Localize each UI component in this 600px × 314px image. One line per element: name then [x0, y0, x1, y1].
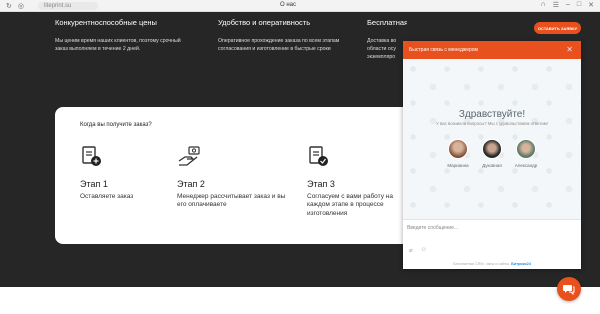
steps-card: Когда вы получите заказ? Этап 1 Оставляе…	[55, 107, 435, 244]
feature-title: Конкурентноспособные цены	[55, 18, 157, 27]
feature-prices: Конкурентноспособные цены Мы ценим время…	[55, 18, 185, 53]
paperclip-icon[interactable]: ⌀	[409, 247, 413, 254]
avatar	[448, 139, 468, 159]
feature-title: Удобство и оперативность	[218, 18, 311, 27]
footer-prefix: Бесплатная CRM, чаты и сайты.	[453, 262, 511, 266]
feature-title: Бесплатная доставка	[367, 18, 407, 27]
manager-name: Александр	[514, 163, 538, 168]
chat-footer: Бесплатная CRM, чаты и сайты. Битрикс24	[403, 259, 581, 269]
order-request-button[interactable]: ОСТАВИТЬ ЗАЯВКУ	[534, 22, 581, 34]
browser-toolbar: ↻ ◎ liteprint.su О нас ∩ ☰ – □ ✕	[0, 0, 600, 12]
chat-greeting: Здравствуйте!	[458, 109, 526, 120]
payment-hand-icon	[178, 146, 200, 166]
address-bar[interactable]: liteprint.su	[38, 1, 98, 10]
extensions-icon[interactable]: ☰	[553, 1, 559, 9]
close-icon[interactable]: ✕	[566, 45, 573, 54]
headphones-icon[interactable]: ∩	[541, 1, 546, 9]
avatar	[482, 139, 502, 159]
chat-header-title: Быстрая связь с менеджером	[409, 47, 478, 53]
step-title: Этап 3	[307, 179, 335, 189]
feature-convenience: Удобство и оперативность Оперативное про…	[218, 18, 348, 53]
step-3: Этап 3 Согласуем с вами работу на каждом…	[307, 145, 412, 218]
minimize-icon[interactable]: –	[566, 1, 570, 9]
manager-card[interactable]: Марианна	[440, 139, 476, 168]
feature-text: Оперативное прохождение заказа по всем э…	[218, 38, 340, 53]
chat-launcher-button[interactable]	[557, 277, 581, 301]
chat-subtitle: У вас возникли вопросы? Мы с удовольстви…	[436, 121, 548, 126]
feature-text: Доставка во области осу экземпляро	[367, 38, 397, 61]
step-2: Этап 2 Менеджер рассчитывает заказ и вы …	[177, 145, 287, 210]
feature-delivery: Бесплатная доставка Доставка во области …	[367, 18, 407, 62]
page-footer-area	[0, 287, 600, 314]
step-1: Этап 1 Оставляете заказ	[80, 145, 160, 201]
chat-widget: Быстрая связь с менеджером ✕ Здравствуйт…	[403, 41, 581, 269]
document-add-icon	[82, 146, 101, 166]
manager-card[interactable]: Дуковная	[474, 139, 510, 168]
chat-body: Здравствуйте! У вас возникли вопросы? Мы…	[403, 59, 581, 219]
steps-title: Когда вы получите заказ?	[80, 122, 152, 128]
chat-bubbles-icon	[563, 285, 575, 295]
manager-card[interactable]: Александр	[508, 139, 544, 168]
step-text: Оставляете заказ	[80, 193, 134, 200]
step-text: Согласуем с вами работу на каждом этапе …	[307, 193, 393, 217]
page-title: О нас	[280, 2, 296, 8]
manager-name: Дуковная	[482, 163, 502, 168]
bitrix-link[interactable]: Битрикс24	[511, 262, 531, 266]
message-input[interactable]: Введите сообщение... ⌀ ☺	[403, 219, 581, 259]
reload-icon[interactable]: ◎	[18, 2, 24, 10]
step-text: Менеджер рассчитывает заказ и вы его опл…	[177, 193, 286, 209]
message-placeholder: Введите сообщение...	[407, 225, 459, 231]
step-title: Этап 1	[80, 179, 108, 189]
feature-text: Мы ценим время наших клиентов, поэтому с…	[55, 38, 181, 53]
step-title: Этап 2	[177, 179, 205, 189]
manager-name: Марианна	[447, 163, 469, 168]
chat-header: Быстрая связь с менеджером ✕	[403, 41, 581, 59]
maximize-icon[interactable]: □	[577, 1, 581, 9]
smiley-icon[interactable]: ☺	[421, 247, 427, 254]
document-check-icon	[309, 146, 328, 166]
back-icon[interactable]: ↻	[6, 2, 12, 10]
avatar	[516, 139, 536, 159]
window-close-icon[interactable]: ✕	[588, 1, 594, 9]
